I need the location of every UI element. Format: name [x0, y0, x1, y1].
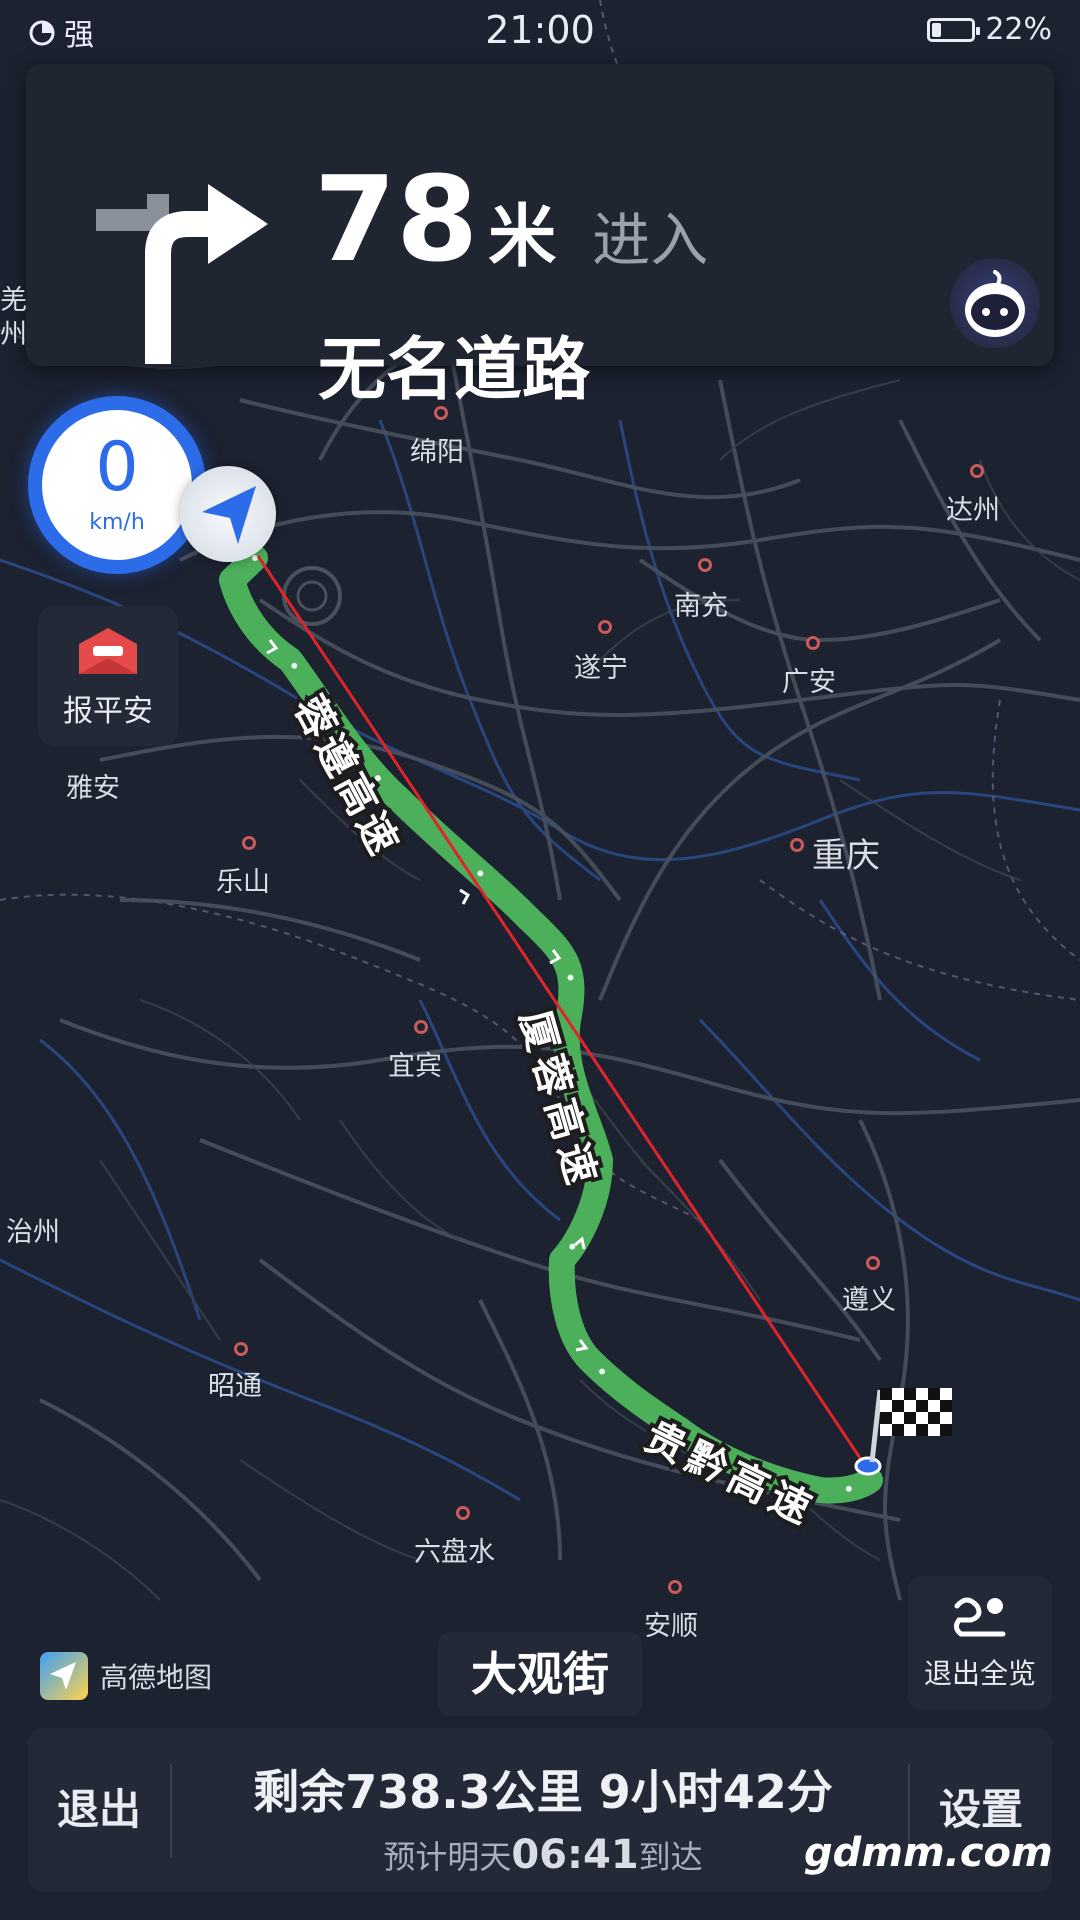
city-dot [242, 836, 256, 850]
estimated-arrival: 预计明天06:41到达 [198, 1832, 888, 1878]
city-label-zhizhou[interactable]: 治州 [6, 1210, 60, 1249]
city-dot [434, 406, 448, 420]
voice-assistant-button[interactable] [950, 258, 1040, 348]
city-label-leshan[interactable]: 乐山 [216, 860, 270, 899]
city-dot [234, 1342, 248, 1356]
divider [170, 1764, 172, 1858]
city-label-zhaotong[interactable]: 昭通 [208, 1364, 262, 1403]
city-dot [414, 1020, 428, 1034]
city-label-anshun[interactable]: 安顺 [644, 1604, 698, 1643]
city-dot [790, 838, 804, 852]
city-label-nanchong[interactable]: 南充 [674, 584, 728, 623]
report-safety-button[interactable]: 报平安 [38, 606, 178, 746]
battery-percent: 22% [985, 12, 1052, 47]
city-label-zunyi[interactable]: 遵义 [842, 1278, 896, 1317]
city-dot [806, 636, 820, 650]
current-street-name: 大观街 [438, 1632, 642, 1716]
city-label-guangan[interactable]: 广安 [782, 660, 836, 699]
city-label-yibin[interactable]: 宜宾 [388, 1044, 442, 1083]
city-label-dazhou[interactable]: 达州 [946, 488, 1000, 527]
remaining-distance-time: 剩余738.3公里 9小时42分 [253, 1765, 833, 1819]
city-label-mianyang[interactable]: 绵阳 [410, 430, 464, 469]
distance-unit: 米 [488, 198, 557, 277]
location-arrow-icon [202, 486, 256, 544]
battery-indicator: 22% [927, 12, 1052, 47]
assistant-avatar-icon [965, 270, 1025, 337]
city-label-zhou[interactable]: 州 [0, 312, 27, 351]
eta-time: 06:41 [511, 1832, 639, 1878]
city-dot [698, 558, 712, 572]
amap-brand-label: 高德地图 [100, 1661, 213, 1694]
amap-logo [40, 1652, 88, 1700]
exit-overview-label: 退出全览 [923, 1657, 1036, 1690]
city-dot [456, 1506, 470, 1520]
exit-navigation-button[interactable]: 退出 [28, 1728, 170, 1892]
eta-prefix: 预计明天 [383, 1838, 512, 1876]
city-label-suining[interactable]: 遂宁 [574, 646, 628, 685]
city-dot [598, 620, 612, 634]
report-safety-label: 报平安 [63, 694, 153, 729]
status-bar: 强 21:00 22% [0, 0, 1080, 60]
turn-right-icon [96, 184, 268, 364]
envelope-icon [79, 628, 137, 674]
clock: 21:00 [485, 8, 595, 52]
amap-brand: 高德地图 [40, 1652, 212, 1700]
city-label-yaan[interactable]: 雅安 [66, 766, 120, 805]
exit-overview-button[interactable]: 退出全览 [908, 1576, 1052, 1710]
eta-suffix: 到达 [638, 1838, 703, 1876]
turn-instruction-card[interactable]: 78 米 进入 无名道路 [26, 64, 1054, 410]
turn-action: 进入 [592, 206, 709, 274]
current-location-marker [180, 466, 276, 562]
speed-value: 0 [95, 428, 139, 507]
watermark: gdmm.com [804, 1830, 1053, 1876]
turn-distance: 78 米 进入 [314, 160, 708, 280]
city-label-liupanshui[interactable]: 六盘水 [414, 1530, 495, 1569]
city-dot [866, 1256, 880, 1270]
speed-unit: km/h [89, 510, 145, 535]
battery-icon [927, 17, 981, 42]
distance-value: 78 [314, 150, 479, 288]
city-label-chongqing[interactable]: 重庆 [812, 828, 880, 877]
city-dot [970, 464, 984, 478]
route-overview-icon [953, 1597, 1006, 1637]
city-dot [668, 1580, 682, 1594]
next-road-name: 无名道路 [318, 331, 591, 410]
